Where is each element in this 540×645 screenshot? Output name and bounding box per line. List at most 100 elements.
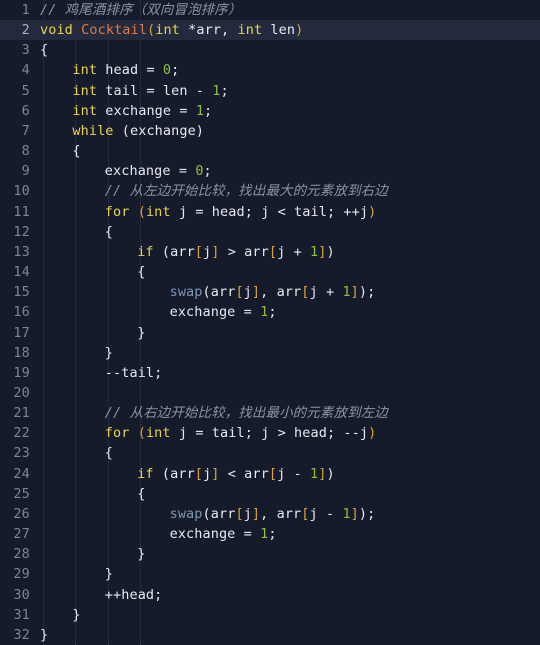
- line-number: 17: [13, 324, 30, 341]
- token-id: ;: [268, 304, 277, 321]
- line-content: int exchange = 1;: [72, 101, 212, 121]
- token-call: swap: [169, 505, 203, 522]
- code-line[interactable]: 9 exchange = 0;: [0, 161, 540, 181]
- code-line[interactable]: 3{: [0, 40, 540, 60]
- line-number: 9: [21, 163, 30, 180]
- code-line[interactable]: 23 {: [0, 443, 540, 463]
- line-number: 29: [13, 566, 30, 583]
- token-id: [129, 425, 137, 441]
- code-line[interactable]: 11 for (int j = head; j < tail; ++j): [0, 202, 540, 222]
- line-content: // 从左边开始比较，找出最大的元素放到右边: [105, 181, 388, 201]
- token-pun: ): [368, 203, 377, 220]
- code-line[interactable]: 8{: [0, 141, 540, 161]
- token-pun: ]: [211, 243, 220, 260]
- code-line[interactable]: 12 {: [0, 222, 540, 242]
- code-line[interactable]: 26 swap(arr[j], arr[j - 1]);: [0, 504, 540, 524]
- code-line[interactable]: 32}: [0, 625, 540, 645]
- token-id: }: [72, 606, 81, 623]
- token-fn: Cocktail: [81, 22, 147, 39]
- token-id: exchange =: [169, 526, 261, 543]
- token-num: 1: [195, 102, 205, 119]
- code-line[interactable]: 19 --tail;: [0, 363, 540, 383]
- line-number: 7: [21, 122, 30, 139]
- token-id: ): [326, 465, 335, 482]
- code-line[interactable]: 15 swap(arr[j], arr[j + 1]);: [0, 282, 540, 302]
- line-content: void Cocktail(int *arr, int len): [40, 20, 303, 40]
- token-pun: ): [368, 425, 377, 442]
- token-id: );: [358, 505, 376, 522]
- token-pun: [: [268, 243, 278, 260]
- token-id: }: [137, 324, 146, 341]
- token-kw: if: [137, 465, 154, 482]
- code-line[interactable]: 7 while (exchange): [0, 121, 540, 141]
- token-pun: [: [235, 505, 244, 522]
- line-number: 25: [13, 485, 30, 502]
- code-line[interactable]: 16 exchange = 1;: [0, 302, 540, 322]
- token-id: j -: [309, 505, 343, 522]
- code-editor[interactable]: 1// 鸡尾酒排序（双向冒泡排序） 2 void Cocktail(int *arr…: [0, 0, 540, 645]
- code-line[interactable]: 22 for (int j = tail; j > head; --j): [0, 423, 540, 443]
- code-line[interactable]: 13 if (arr[j] > arr[j + 1]): [0, 242, 540, 262]
- line-content: swap(arr[j], arr[j + 1]);: [170, 282, 376, 302]
- code-line[interactable]: 20: [0, 383, 540, 403]
- token-num: 1: [212, 82, 221, 99]
- code-line[interactable]: 10 // 从左边开始比较，找出最大的元素放到右边: [0, 181, 540, 201]
- line-content: }: [40, 625, 48, 645]
- token-pun: ]: [318, 243, 327, 260]
- code-line[interactable]: 6 int exchange = 1;: [0, 101, 540, 121]
- line-content: // 鸡尾酒排序（双向冒泡排序）: [40, 0, 241, 20]
- token-id: > arr: [219, 243, 269, 260]
- token-id: j +: [309, 284, 343, 301]
- line-content: {: [72, 141, 80, 161]
- code-line[interactable]: 25 {: [0, 484, 540, 504]
- token-id: j -: [277, 465, 311, 482]
- token-typ: int: [72, 62, 98, 79]
- code-line[interactable]: 17}: [0, 323, 540, 343]
- code-line[interactable]: 18}: [0, 343, 540, 363]
- token-typ: int: [155, 22, 180, 39]
- code-line[interactable]: 27 exchange = 1;: [0, 524, 540, 544]
- line-content: exchange = 0;: [105, 161, 212, 181]
- code-line[interactable]: 14 {: [0, 262, 540, 282]
- code-line[interactable]: 30 ++head;: [0, 585, 540, 605]
- token-typ: int: [145, 203, 171, 220]
- token-kw: if: [137, 243, 154, 260]
- code-line[interactable]: 1 // 鸡尾酒排序（双向冒泡排序）: [0, 0, 540, 20]
- line-number: 15: [13, 284, 30, 301]
- code-line[interactable]: 5 int tail = len - 1;: [0, 81, 540, 101]
- token-cmt: // 从左边开始比较，找出最大的元素放到右边: [104, 183, 388, 200]
- token-id: }: [137, 546, 146, 563]
- line-content: {: [137, 262, 145, 282]
- line-number: 16: [13, 304, 30, 321]
- line-number: 2: [21, 22, 30, 39]
- token-pun: [: [301, 505, 310, 522]
- code-line[interactable]: 24 if (arr[j] < arr[j - 1]): [0, 464, 540, 484]
- token-id: < arr: [219, 465, 269, 482]
- token-id: ;: [171, 62, 180, 79]
- line-content: {: [40, 40, 48, 60]
- token-id: {: [72, 143, 81, 160]
- code-line[interactable]: 28}: [0, 544, 540, 564]
- token-id: exchange =: [97, 102, 196, 119]
- code-line[interactable]: 4 int head = 0;: [0, 60, 540, 80]
- line-number: 24: [13, 465, 30, 482]
- token-pun: [: [268, 465, 278, 482]
- token-id: j = tail; j > head; --j: [170, 425, 369, 442]
- token-id: }: [104, 344, 114, 361]
- line-number: 13: [13, 243, 30, 260]
- line-content: {: [137, 484, 145, 504]
- code-line[interactable]: 31}: [0, 605, 540, 625]
- token-id: ;: [203, 163, 212, 180]
- line-content: if (arr[j] > arr[j + 1]): [137, 242, 335, 262]
- token-num: 1: [342, 284, 351, 301]
- code-lines: 1// 鸡尾酒排序（双向冒泡排序） 2 void Cocktail(int *arr…: [0, 0, 540, 645]
- token-id: (arr: [202, 505, 236, 522]
- line-number: 8: [21, 143, 30, 160]
- code-line[interactable]: 29}: [0, 564, 540, 584]
- token-kw: for: [104, 425, 130, 442]
- token-kw: for: [104, 203, 130, 220]
- token-id: (arr: [153, 465, 195, 482]
- code-line[interactable]: 21 // 从右边开始比较，找出最小的元素放到左边: [0, 403, 540, 423]
- line-number: 26: [13, 505, 30, 522]
- code-line[interactable]: 2 void Cocktail(int *arr, int len): [0, 20, 540, 41]
